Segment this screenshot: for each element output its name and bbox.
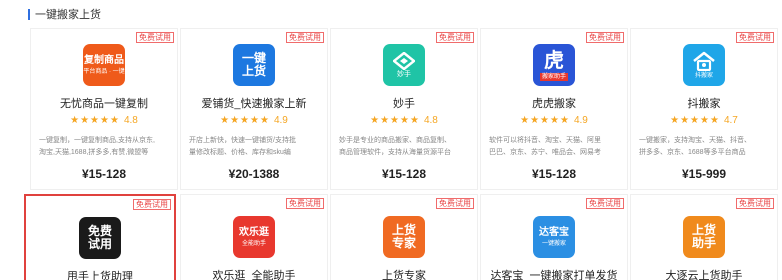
- rating-score: 4.8: [423, 114, 438, 126]
- upload-expert-logo-icon[interactable]: 上货 专家: [383, 216, 425, 258]
- rating-score: 4.9: [273, 114, 288, 126]
- price-range: ¥15-128: [81, 167, 127, 181]
- free-trial-badge[interactable]: 免费试用: [133, 199, 171, 210]
- free-trial-badge[interactable]: 免费试用: [736, 32, 774, 43]
- section-header: 一键搬家上货: [28, 7, 101, 21]
- app-description: 一键搬家，支持淘宝、天猫、抖音、 拼多多、京东、1688等多平台商品: [639, 137, 751, 156]
- rating: ★★★★★ 4.9: [181, 114, 327, 126]
- app-name[interactable]: 无忧商品一键复制: [31, 95, 177, 111]
- app-card-selected[interactable]: 免费试用 免费 试用 甩手上货助理: [24, 194, 176, 280]
- free-trial-badge[interactable]: 免费试用: [286, 32, 324, 43]
- price-range: ¥15-128: [531, 167, 577, 181]
- app-name[interactable]: 上货专家: [331, 267, 477, 280]
- one-click-upload-logo-icon[interactable]: 一键 上货: [233, 44, 275, 86]
- section-title: 一键搬家上货: [35, 9, 101, 21]
- rating: ★★★★★ 4.7: [631, 114, 777, 126]
- rating-score: 4.8: [123, 114, 138, 126]
- price-range: ¥15-999: [681, 167, 727, 181]
- house-logo-icon[interactable]: 抖搬家: [683, 44, 725, 86]
- free-trial-badge[interactable]: 免费试用: [136, 32, 174, 43]
- upload-helper-logo-icon[interactable]: 上货 助手: [683, 216, 725, 258]
- app-card[interactable]: 免费试用 上货 专家 上货专家: [330, 194, 478, 280]
- app-description: 开店上新快，快速一键铺货/支持批 量修改标题、价格、库存和sku编: [189, 137, 296, 156]
- rating: ★★★★★ 4.8: [31, 114, 177, 126]
- copy-goods-logo-icon[interactable]: 复制商品 复制平台商品 · 一键上货: [83, 44, 125, 86]
- price-range: ¥15-128: [381, 167, 427, 181]
- app-name[interactable]: 虎虎搬家: [481, 95, 627, 111]
- huanleguang-logo-icon[interactable]: 欢乐逛 全能助手: [233, 216, 275, 258]
- free-trial-badge[interactable]: 免费试用: [586, 198, 624, 209]
- app-name[interactable]: 抖搬家: [631, 95, 777, 111]
- app-card[interactable]: 免费试用 一键 上货 爱铺货_快速搬家上新 ★★★★★ 4.9 开店上新快，快速…: [180, 28, 328, 190]
- miaoshou-logo-icon[interactable]: 妙手: [383, 44, 425, 86]
- star-rating-icon: ★★★★★: [220, 114, 270, 126]
- app-name[interactable]: 大逐云上货助手: [631, 267, 777, 280]
- app-card[interactable]: 免费试用 抖搬家 抖搬家 ★★★★★ 4.7 一键搬家，支持淘宝、天猫、抖音、 …: [630, 28, 778, 190]
- dakebao-logo-icon[interactable]: 达客宝 一键搬家: [533, 216, 575, 258]
- free-trial-logo-icon[interactable]: 免费 试用: [79, 217, 121, 259]
- section-accent-bar: [28, 8, 30, 20]
- rating-score: 4.9: [573, 114, 588, 126]
- tiger-logo-icon[interactable]: 虎 搬家助手: [533, 44, 575, 86]
- free-trial-badge[interactable]: 免费试用: [436, 32, 474, 43]
- app-description: 妙手是专业的商品搬家、商品复制、 商品管理软件，支持从海量货源平台: [339, 137, 451, 156]
- app-name[interactable]: 甩手上货助理: [26, 268, 174, 280]
- app-card[interactable]: 免费试用 达客宝 一键搬家 达客宝_一键搬家打单发货: [480, 194, 628, 280]
- house-shape-icon: [693, 51, 715, 71]
- free-trial-badge[interactable]: 免费试用: [286, 198, 324, 209]
- app-card[interactable]: 免费试用 复制商品 复制平台商品 · 一键上货 无忧商品一键复制 ★★★★★ 4…: [30, 28, 178, 190]
- app-name[interactable]: 欢乐逛_全能助手: [181, 267, 327, 280]
- star-rating-icon: ★★★★★: [70, 114, 120, 126]
- free-trial-badge[interactable]: 免费试用: [436, 198, 474, 209]
- star-rating-icon: ★★★★★: [520, 114, 570, 126]
- app-name[interactable]: 妙手: [331, 95, 477, 111]
- rating: ★★★★★ 4.8: [331, 114, 477, 126]
- app-card[interactable]: 免费试用 妙手 妙手 ★★★★★ 4.8 妙手是专业的商品搬家、商品复制、 商品…: [330, 28, 478, 190]
- rating: ★★★★★ 4.9: [481, 114, 627, 126]
- star-rating-icon: ★★★★★: [370, 114, 420, 126]
- free-trial-badge[interactable]: 免费试用: [586, 32, 624, 43]
- price-range: ¥20-1388: [228, 167, 280, 181]
- diamond-shape-icon: [393, 51, 415, 70]
- star-rating-icon: ★★★★★: [670, 114, 720, 126]
- app-name[interactable]: 达客宝_一键搬家打单发货: [481, 267, 627, 280]
- rating-score: 4.7: [723, 114, 738, 126]
- app-description: 软件可以将抖音、淘宝、天猫、阿里 巴巴、京东、苏宁、唯品会、网易考: [489, 137, 601, 156]
- free-trial-badge[interactable]: 免费试用: [736, 198, 774, 209]
- app-card[interactable]: 免费试用 虎 搬家助手 虎虎搬家 ★★★★★ 4.9 软件可以将抖音、淘宝、天猫…: [480, 28, 628, 190]
- app-description: 一键复制，一键复制商品,支持从京东, 淘宝,天猫,1688,拼多多,有赞,微盟等: [39, 137, 155, 156]
- app-card[interactable]: 免费试用 欢乐逛 全能助手 欢乐逛_全能助手: [180, 194, 328, 280]
- app-name[interactable]: 爱铺货_快速搬家上新: [181, 95, 327, 111]
- app-card[interactable]: 免费试用 上货 助手 大逐云上货助手: [630, 194, 778, 280]
